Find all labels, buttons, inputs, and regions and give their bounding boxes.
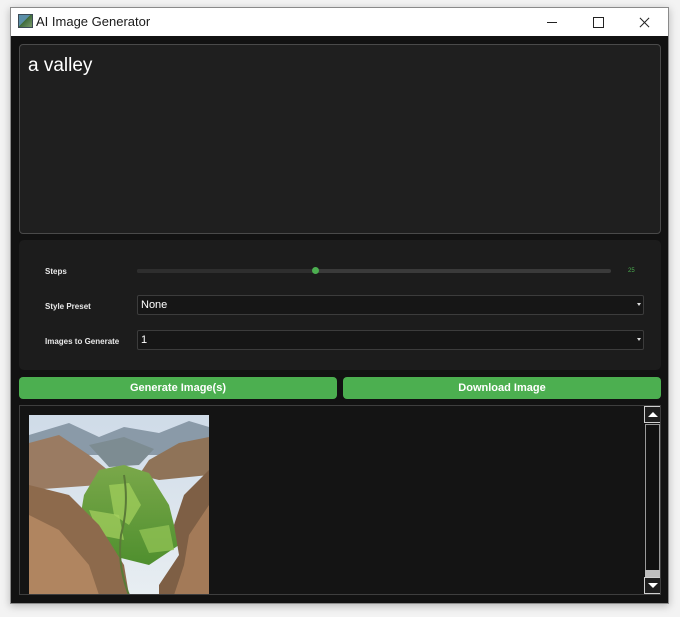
- steps-slider-fill: [137, 269, 315, 273]
- close-button[interactable]: [621, 8, 667, 36]
- settings-panel: Steps 25 Style Preset None Images to Gen…: [19, 240, 661, 370]
- style-preset-value: None: [141, 299, 168, 311]
- valley-image: [29, 415, 209, 594]
- close-icon: [639, 17, 650, 28]
- maximize-icon: [592, 16, 604, 28]
- generated-image-thumbnail[interactable]: [29, 415, 209, 594]
- steps-slider[interactable]: [137, 267, 611, 274]
- image-gallery: [19, 405, 661, 595]
- images-to-generate-label: Images to Generate: [45, 337, 120, 346]
- app-window: AI Image Generator a valley Steps 25 Sty…: [10, 7, 669, 604]
- minimize-icon: [547, 21, 557, 23]
- steps-slider-handle[interactable]: [311, 267, 319, 274]
- gallery-scrollbar[interactable]: [644, 406, 660, 594]
- scrollbar-thumb[interactable]: [645, 570, 660, 577]
- chevron-down-icon: [637, 338, 641, 341]
- prompt-input[interactable]: a valley: [19, 44, 661, 234]
- window-title: AI Image Generator: [36, 14, 151, 29]
- scroll-up-arrow-icon[interactable]: [644, 406, 660, 423]
- title-bar[interactable]: AI Image Generator: [11, 8, 668, 36]
- chevron-down-icon: [637, 303, 641, 306]
- prompt-text: a valley: [28, 55, 93, 76]
- steps-label: Steps: [45, 267, 67, 276]
- scrollbar-track[interactable]: [645, 424, 660, 571]
- style-preset-select[interactable]: None: [137, 295, 644, 315]
- download-image-button[interactable]: Download Image: [343, 377, 661, 399]
- app-icon: [18, 14, 33, 28]
- images-to-generate-select[interactable]: 1: [137, 330, 644, 350]
- steps-value: 25: [628, 268, 635, 274]
- generate-images-button[interactable]: Generate Image(s): [19, 377, 337, 399]
- style-preset-label: Style Preset: [45, 302, 91, 311]
- maximize-button[interactable]: [575, 8, 621, 36]
- minimize-button[interactable]: [529, 8, 575, 36]
- scroll-down-arrow-icon[interactable]: [644, 577, 660, 594]
- images-to-generate-value: 1: [141, 334, 148, 346]
